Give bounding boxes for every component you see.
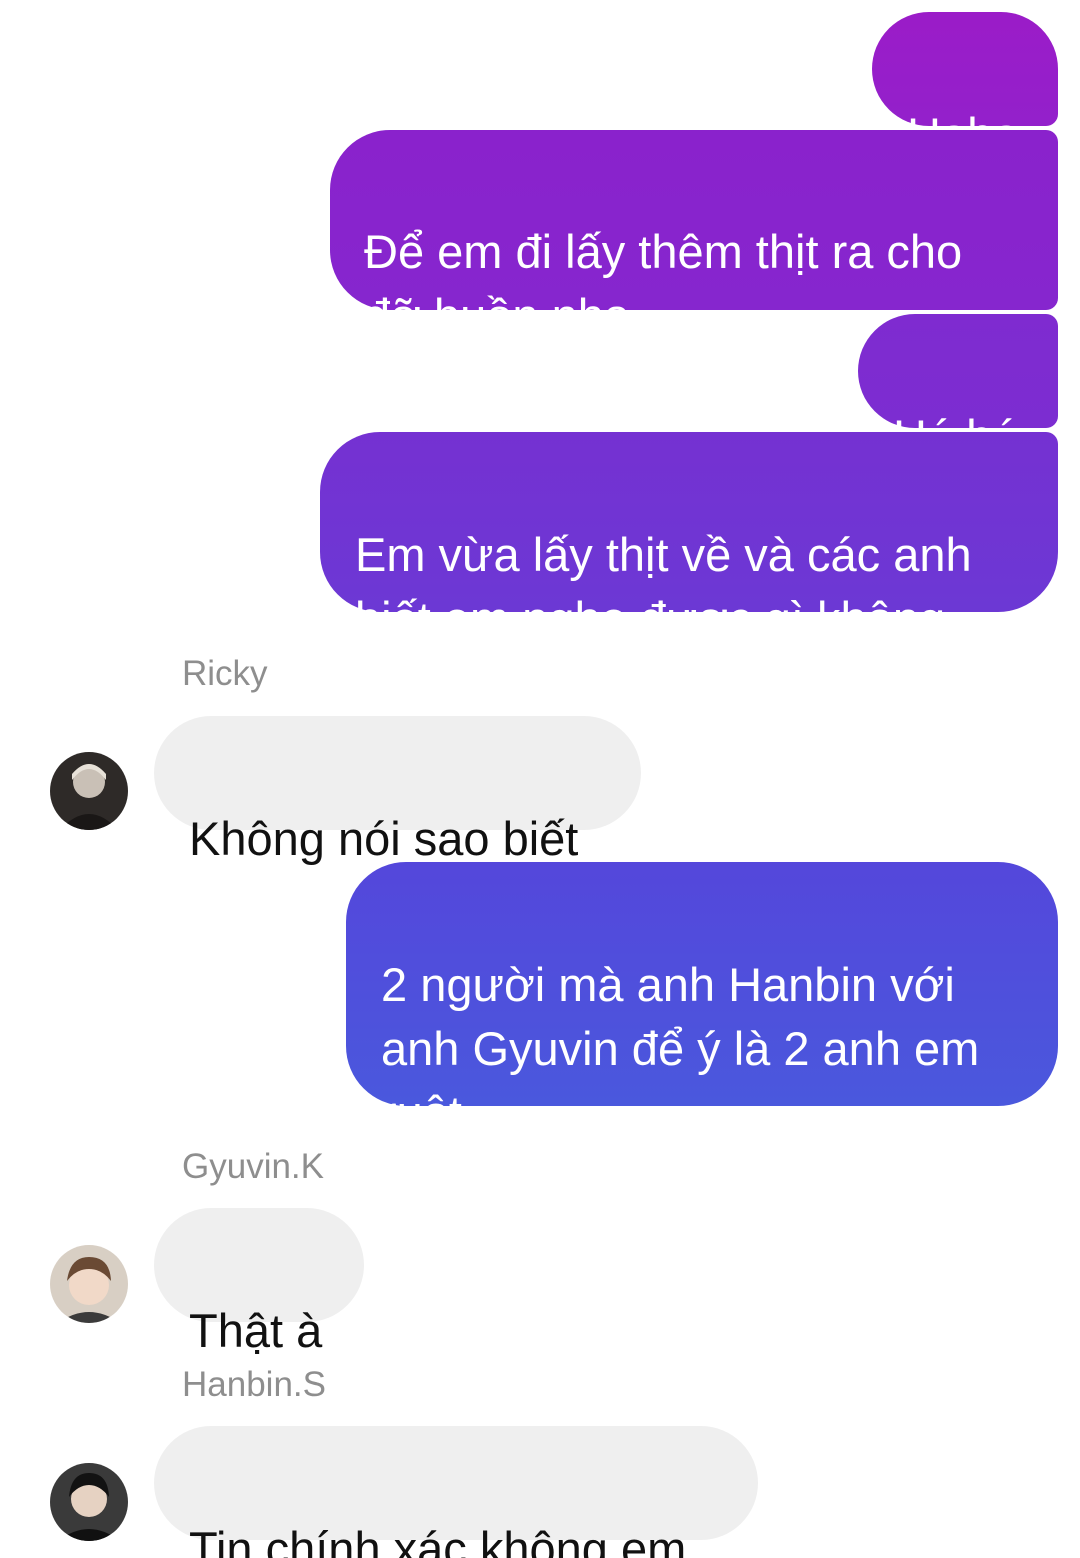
sender-name: Ricky: [182, 654, 268, 693]
outgoing-message[interactable]: 2 người mà anh Hanbin với anh Gyuvin để …: [346, 862, 1058, 1139]
avatar-ricky-image: [50, 752, 128, 830]
incoming-message[interactable]: Thật à: [154, 1208, 364, 1357]
outgoing-message[interactable]: Haha: [872, 12, 1058, 161]
avatar[interactable]: [50, 752, 128, 830]
outgoing-message[interactable]: Em vừa lấy thịt về và các anh biết em ng…: [320, 432, 1058, 645]
outgoing-message[interactable]: Để em đi lấy thêm thịt ra cho đỡ buồn nh…: [330, 130, 1058, 342]
avatar-hanbin-image: [50, 1463, 128, 1541]
avatar[interactable]: [50, 1463, 128, 1541]
sender-name: Hanbin.S: [182, 1365, 326, 1404]
message-text: Em vừa lấy thịt về và các anh biết em ng…: [355, 528, 972, 645]
outgoing-message[interactable]: Hú hú: [858, 314, 1058, 463]
avatar-gyuvin-image: [50, 1245, 128, 1323]
incoming-message[interactable]: Không nói sao biết: [154, 716, 641, 865]
incoming-message[interactable]: Tin chính xác không em: [154, 1426, 758, 1558]
message-text: Thật à: [189, 1304, 323, 1357]
sender-name: Gyuvin.K: [182, 1147, 324, 1186]
avatar[interactable]: [50, 1245, 128, 1323]
message-text: 2 người mà anh Hanbin với anh Gyuvin để …: [381, 958, 980, 1139]
message-text: Không nói sao biết: [189, 812, 579, 865]
message-text: Để em đi lấy thêm thịt ra cho đỡ buồn nh…: [364, 225, 963, 342]
chat-thread: Haha Để em đi lấy thêm thịt ra cho đỡ bu…: [0, 0, 1080, 1558]
message-text: Tin chính xác không em: [189, 1522, 687, 1558]
